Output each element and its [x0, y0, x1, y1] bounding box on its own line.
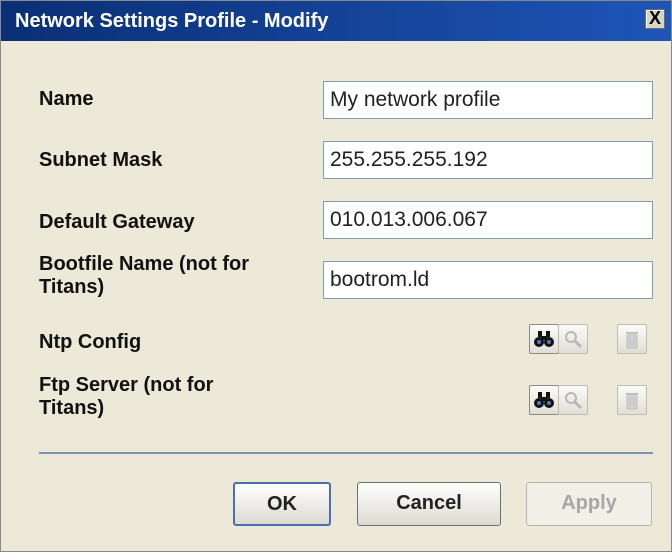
separator [39, 452, 653, 454]
ntp-config-lookup-button[interactable] [529, 324, 559, 354]
bootfile-name-label-line2: Titans) [39, 276, 105, 298]
ntp-config-view-button[interactable] [558, 324, 588, 354]
default-gateway-label: Default Gateway [39, 211, 195, 233]
dialog-title: Network Settings Profile - Modify [15, 10, 329, 32]
bootfile-name-field[interactable]: bootrom.ld [323, 261, 653, 299]
close-button[interactable]: X [645, 9, 665, 29]
name-label: Name [39, 88, 94, 110]
cancel-button[interactable]: Cancel [357, 482, 501, 526]
magnifier-icon [565, 331, 583, 349]
ftp-server-lookup-button[interactable] [529, 385, 559, 415]
default-gateway-field[interactable]: 010.013.006.067 [323, 201, 653, 239]
ftp-server-label-line1: Ftp Server (not for [39, 374, 214, 396]
title-bar[interactable]: Network Settings Profile - Modify X [1, 1, 671, 41]
network-settings-dialog: Network Settings Profile - Modify X Name… [0, 0, 672, 552]
bootfile-name-label-line1: Bootfile Name (not for [39, 253, 249, 275]
binoculars-icon [534, 392, 554, 408]
subnet-mask-label: Subnet Mask [39, 149, 163, 171]
binoculars-icon [534, 331, 554, 347]
apply-button[interactable]: Apply [526, 482, 652, 526]
ntp-config-delete-button[interactable] [617, 324, 647, 354]
ftp-server-view-button[interactable] [558, 385, 588, 415]
magnifier-icon [565, 392, 583, 410]
ftp-server-delete-button[interactable] [617, 385, 647, 415]
name-field[interactable]: My network profile [323, 81, 653, 119]
bootfile-name-label: Bootfile Name (not for Titans) [39, 253, 249, 299]
ftp-server-label-line2: Titans) [39, 397, 105, 419]
trash-icon [626, 393, 638, 410]
ok-button[interactable]: OK [233, 482, 331, 526]
ntp-config-label: Ntp Config [39, 331, 142, 353]
subnet-mask-field[interactable]: 255.255.255.192 [323, 141, 653, 179]
trash-icon [626, 332, 638, 349]
ftp-server-label: Ftp Server (not for Titans) [39, 374, 213, 420]
